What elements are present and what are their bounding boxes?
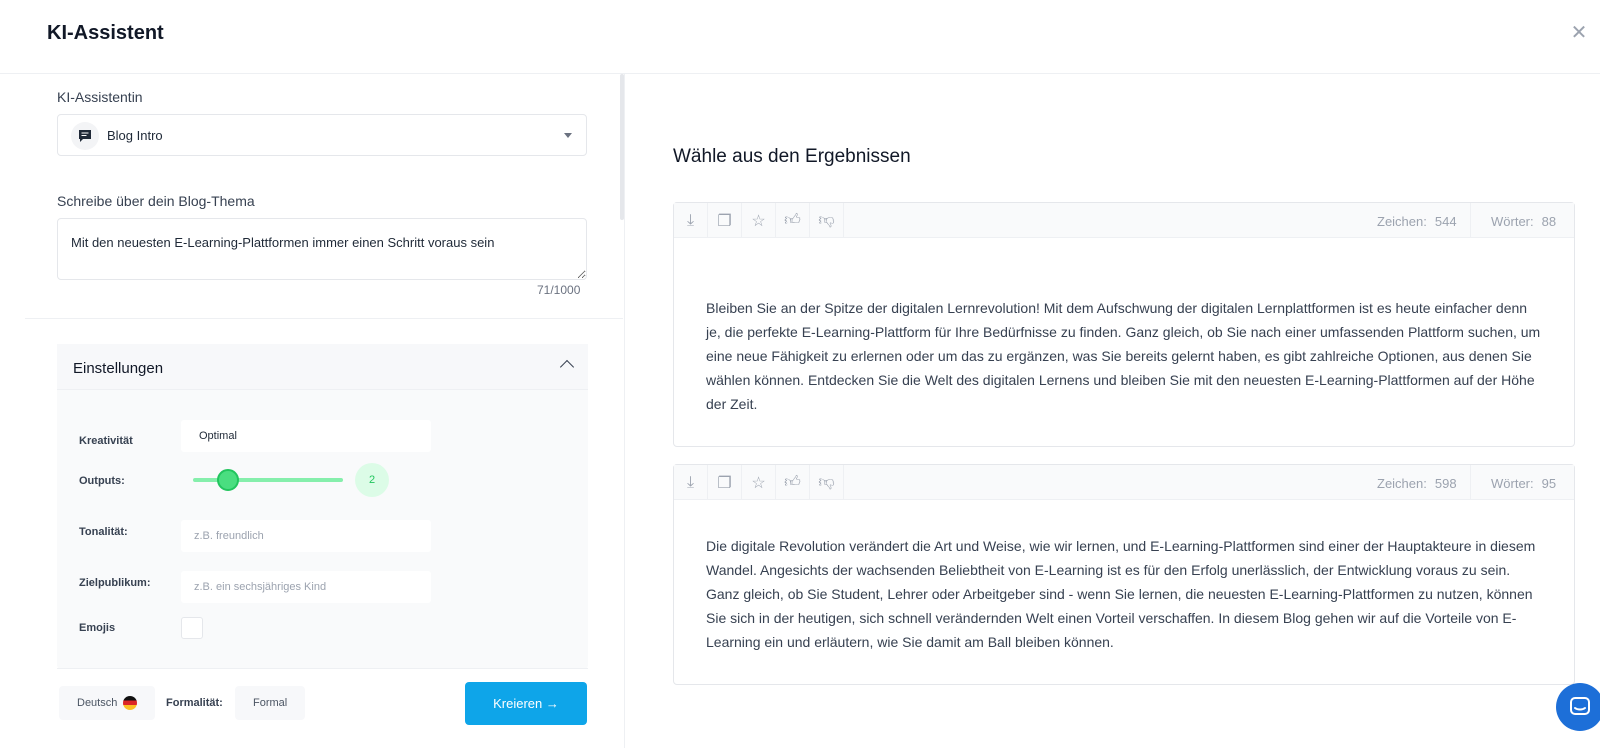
outputs-slider-thumb[interactable] xyxy=(217,469,239,491)
char-count: Zeichen: 598 xyxy=(1377,476,1457,491)
chat-bubble-icon xyxy=(71,122,99,150)
audience-label: Zielpublikum: xyxy=(79,577,151,589)
assistant-select-value: Blog Intro xyxy=(107,128,163,143)
result-card: ⤓ ❐ ☆ 👍︎ 👎︎ Zeichen: 544 Wörter: 88 Bleibe… xyxy=(673,202,1575,447)
germany-flag-icon xyxy=(123,696,138,711)
word-count: Wörter: 88 xyxy=(1491,214,1557,229)
close-icon[interactable]: ✕ xyxy=(1568,22,1590,44)
modal-title: KI-Assistent xyxy=(47,22,164,44)
emojis-label: Emojis xyxy=(79,622,116,634)
result-toolbar: ⤓ ❐ ☆ 👍︎ 👎︎ Zeichen: 598 Wörter: 95 xyxy=(674,465,1574,500)
result-card: ⤓ ❐ ☆ 👍︎ 👎︎ Zeichen: 598 Wörter: 95 Die di… xyxy=(673,464,1575,685)
ai-assistant-modal: KI-Assistent ✕ KI-Assistentin Blog Intro… xyxy=(0,0,1600,748)
copy-icon[interactable]: ❐ xyxy=(708,203,742,238)
thumbs-down-icon[interactable]: 👎︎ xyxy=(810,465,844,500)
panel-divider xyxy=(624,74,625,748)
assistant-select[interactable]: Blog Intro xyxy=(57,114,587,156)
char-count: Zeichen: 544 xyxy=(1377,214,1457,229)
word-count: Wörter: 95 xyxy=(1491,476,1557,491)
outputs-value-badge: 2 xyxy=(355,463,389,497)
tone-label: Tonalität: xyxy=(79,526,128,538)
download-icon[interactable]: ⤓ xyxy=(674,465,708,500)
thumbs-down-icon[interactable]: 👎︎ xyxy=(810,203,844,238)
result-text[interactable]: Die digitale Revolution verändert die Ar… xyxy=(706,534,1541,654)
emojis-checkbox[interactable] xyxy=(181,617,203,639)
chevron-up-icon[interactable] xyxy=(559,359,575,375)
star-icon[interactable]: ☆ xyxy=(742,465,776,500)
language-select[interactable]: Deutsch xyxy=(59,686,156,720)
section-divider xyxy=(25,318,623,319)
chat-icon xyxy=(1570,697,1590,715)
chevron-down-icon xyxy=(564,133,572,138)
star-icon[interactable]: ☆ xyxy=(742,203,776,238)
formality-label: Formalität: xyxy=(166,697,223,709)
result-toolbar: ⤓ ❐ ☆ 👍︎ 👎︎ Zeichen: 544 Wörter: 88 xyxy=(674,203,1574,238)
stat-divider xyxy=(1470,465,1471,500)
download-icon[interactable]: ⤓ xyxy=(674,203,708,238)
thumbs-up-icon[interactable]: 👍︎ xyxy=(776,203,810,238)
assistant-label: KI-Assistentin xyxy=(57,89,143,105)
tone-input[interactable]: z.B. freundlich xyxy=(181,520,431,552)
modal-header: KI-Assistent ✕ xyxy=(0,0,1600,74)
formality-select[interactable]: Formal xyxy=(235,686,306,720)
audience-input[interactable]: z.B. ein sechsjähriges Kind xyxy=(181,571,431,603)
topic-label: Schreibe über dein Blog-Thema xyxy=(57,193,255,209)
topic-textarea[interactable]: Mit den neuesten E-Learning-Plattformen … xyxy=(57,218,587,280)
creativity-label: Kreativität xyxy=(79,435,133,447)
settings-title: Einstellungen xyxy=(73,360,164,377)
settings-header[interactable]: Einstellungen xyxy=(57,344,588,390)
outputs-label: Outputs: xyxy=(79,475,125,487)
thumbs-up-icon[interactable]: 👍︎ xyxy=(776,465,810,500)
chat-launcher-button[interactable] xyxy=(1556,683,1600,731)
character-counter: 71/1000 xyxy=(537,283,581,297)
results-title: Wähle aus den Ergebnissen xyxy=(673,146,911,167)
footer-divider xyxy=(57,668,588,669)
copy-icon[interactable]: ❐ xyxy=(708,465,742,500)
language-value: Deutsch xyxy=(77,697,118,709)
result-text[interactable]: Bleiben Sie an der Spitze der digitalen … xyxy=(706,296,1541,416)
outputs-slider-track[interactable] xyxy=(193,478,343,482)
creativity-select[interactable]: Optimal xyxy=(181,420,431,452)
create-button[interactable]: Kreieren → xyxy=(465,682,587,725)
settings-panel: Einstellungen Kreativität Optimal Output… xyxy=(57,344,588,669)
stat-divider xyxy=(1470,203,1471,238)
